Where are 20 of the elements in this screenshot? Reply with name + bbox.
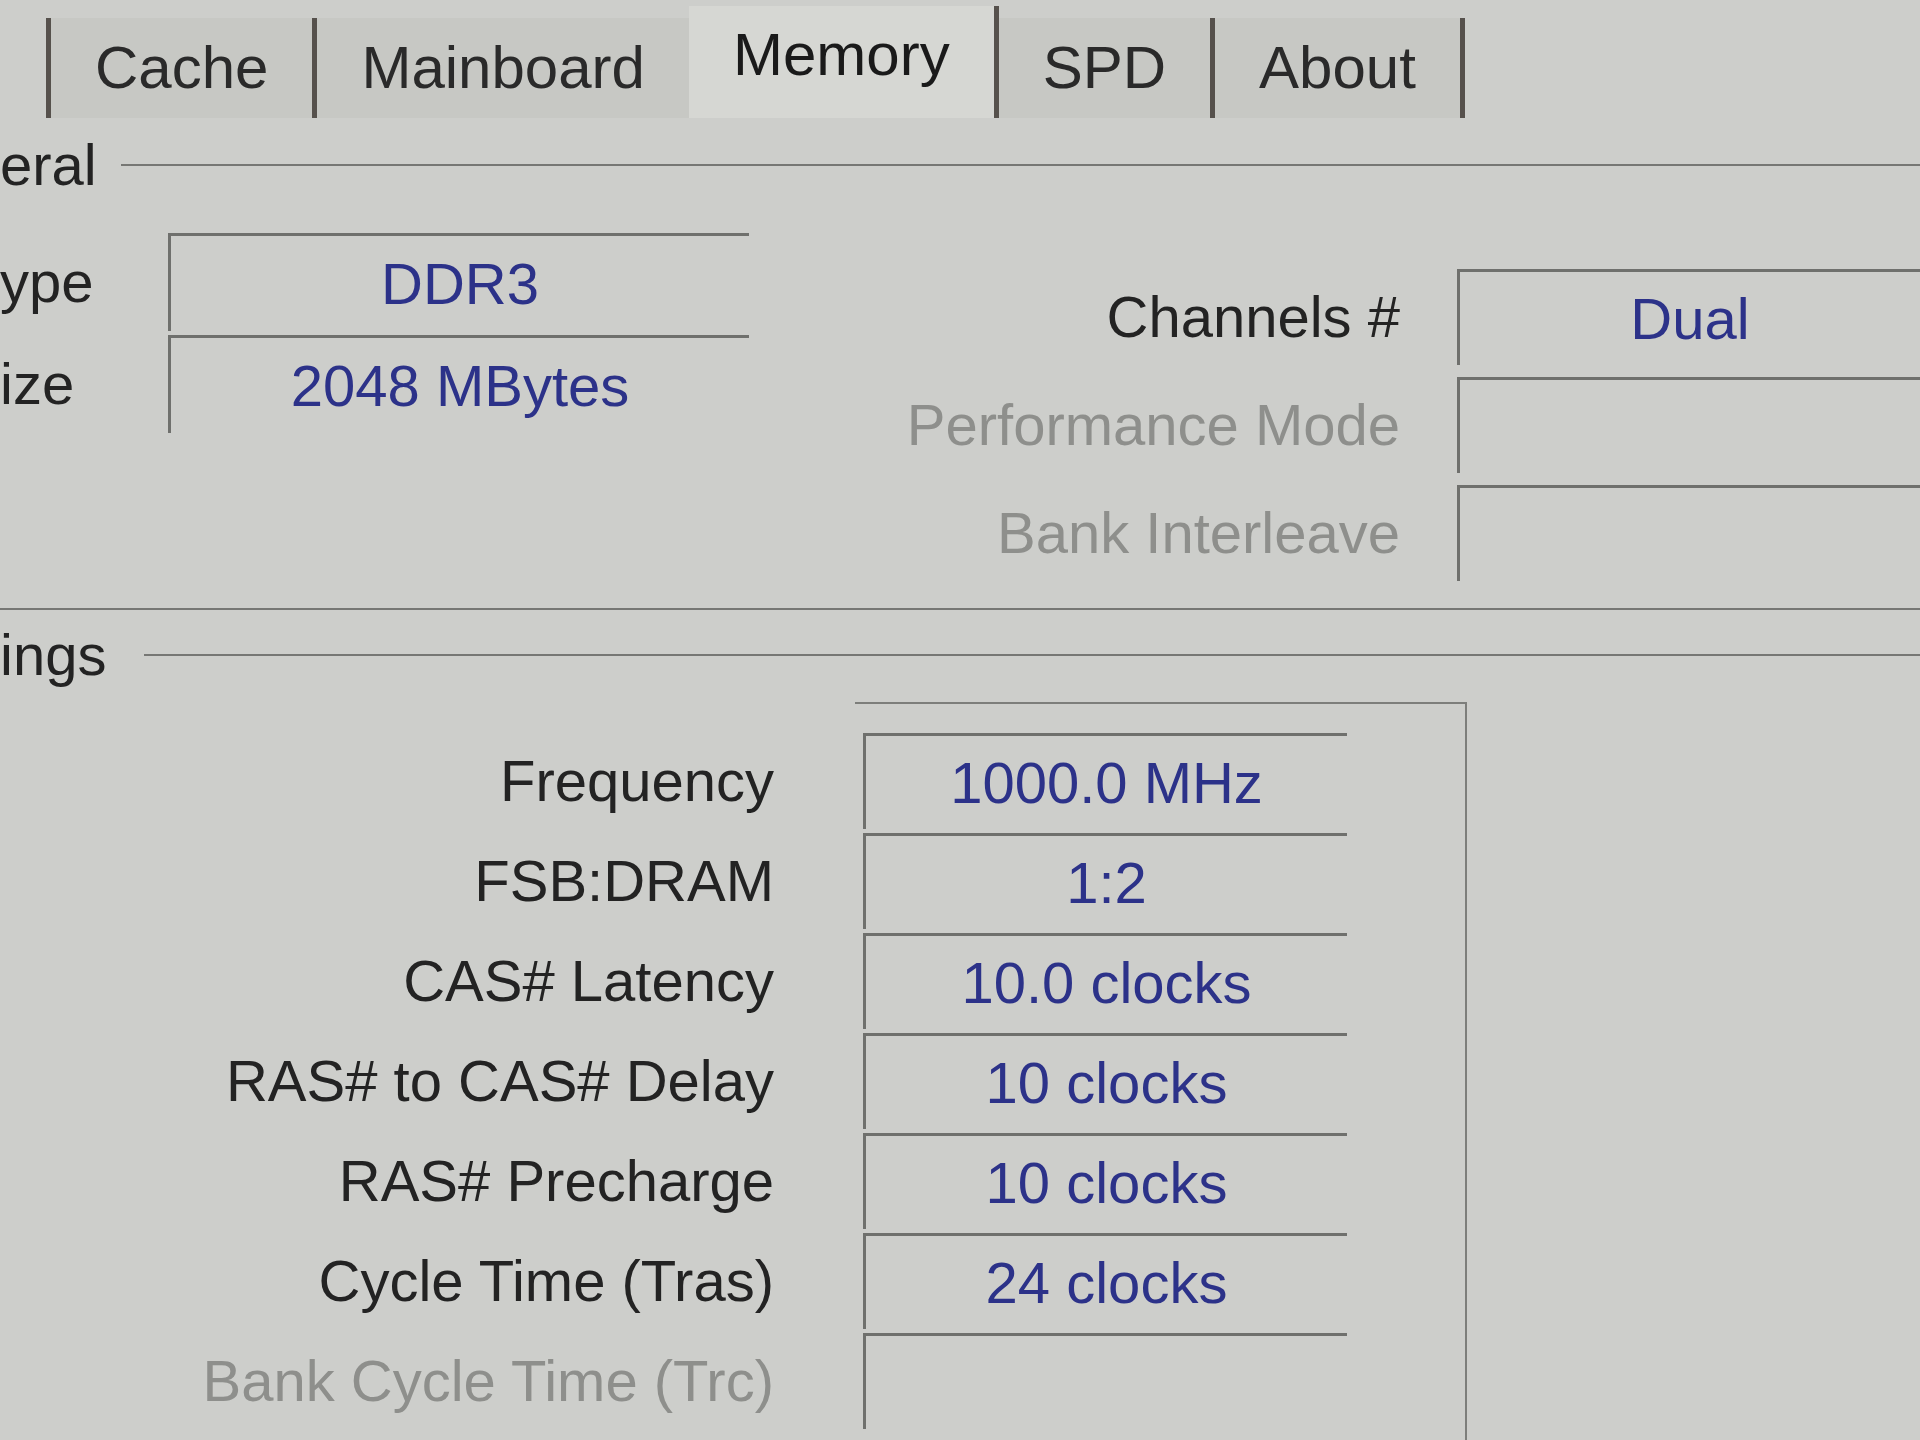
tab[interactable]: Mainboard	[317, 18, 689, 118]
value-field: 24 clocks	[863, 1233, 1347, 1329]
field-label: FSB:DRAM	[474, 852, 774, 910]
value-field: Dual	[1457, 269, 1920, 365]
tab[interactable]: Memory	[688, 6, 999, 118]
tab[interactable]: About	[1215, 18, 1465, 118]
value-field: 2048 MBytes	[168, 335, 749, 433]
field-label: Channels #	[1106, 288, 1400, 346]
tab[interactable]: SPD	[998, 18, 1215, 118]
value-field: 10.0 clocks	[863, 933, 1347, 1029]
value-field: DDR3	[168, 233, 749, 331]
tab[interactable]: Cache	[46, 18, 318, 118]
value-field: 10 clocks	[863, 1133, 1347, 1229]
field-label: ize	[0, 355, 75, 413]
value-field: 1000.0 MHz	[863, 733, 1347, 829]
value-field: 10 clocks	[863, 1033, 1347, 1129]
field-label: Performance Mode	[906, 396, 1400, 454]
value-field: 1:2	[863, 833, 1347, 929]
group-title: eral	[0, 136, 97, 194]
field-label: Bank Interleave	[996, 504, 1400, 562]
